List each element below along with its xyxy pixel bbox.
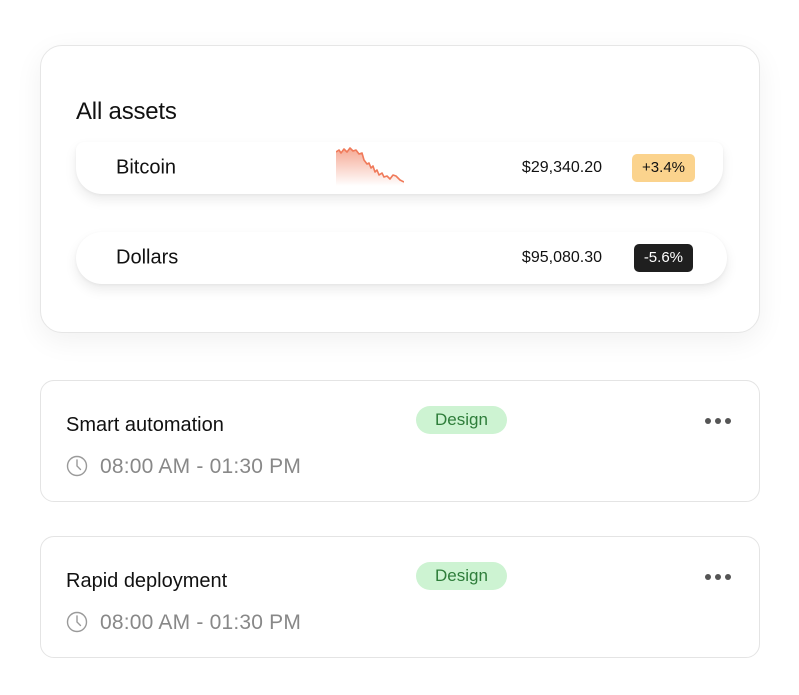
- task-title: Rapid deployment: [66, 570, 228, 592]
- clock-icon: [66, 611, 88, 633]
- sparkline-chart: [336, 147, 404, 186]
- asset-row-bitcoin[interactable]: Bitcoin $29,340.20 +3.4%: [76, 142, 723, 194]
- task-card-rapid-deployment[interactable]: Rapid deployment Design 08:00 AM - 01:30…: [40, 536, 760, 658]
- task-time: 08:00 AM - 01:30 PM: [100, 611, 302, 634]
- more-dots-icon[interactable]: [705, 409, 731, 433]
- clock-icon: [66, 455, 88, 477]
- assets-title: All assets: [76, 98, 177, 125]
- design-tag[interactable]: Design: [416, 406, 507, 434]
- task-card-smart-automation[interactable]: Smart automation Design 08:00 AM - 01:30…: [40, 380, 760, 502]
- asset-name: Bitcoin: [116, 156, 177, 179]
- asset-name: Dollars: [116, 246, 179, 269]
- all-assets-card: All assets Bitcoin $29,340.20 +3.4% Doll…: [40, 45, 760, 333]
- change-badge-down: -5.6%: [633, 244, 693, 272]
- design-tag[interactable]: Design: [416, 562, 507, 590]
- task-title: Smart automation: [66, 414, 224, 436]
- change-badge-up: +3.4%: [632, 154, 695, 182]
- asset-price: $29,340.20: [521, 159, 602, 176]
- asset-price: $95,080.30: [521, 249, 602, 266]
- asset-row-dollars[interactable]: Dollars $95,080.30 -5.6%: [76, 232, 727, 284]
- task-time: 08:00 AM - 01:30 PM: [100, 455, 302, 478]
- more-dots-icon[interactable]: [705, 565, 731, 589]
